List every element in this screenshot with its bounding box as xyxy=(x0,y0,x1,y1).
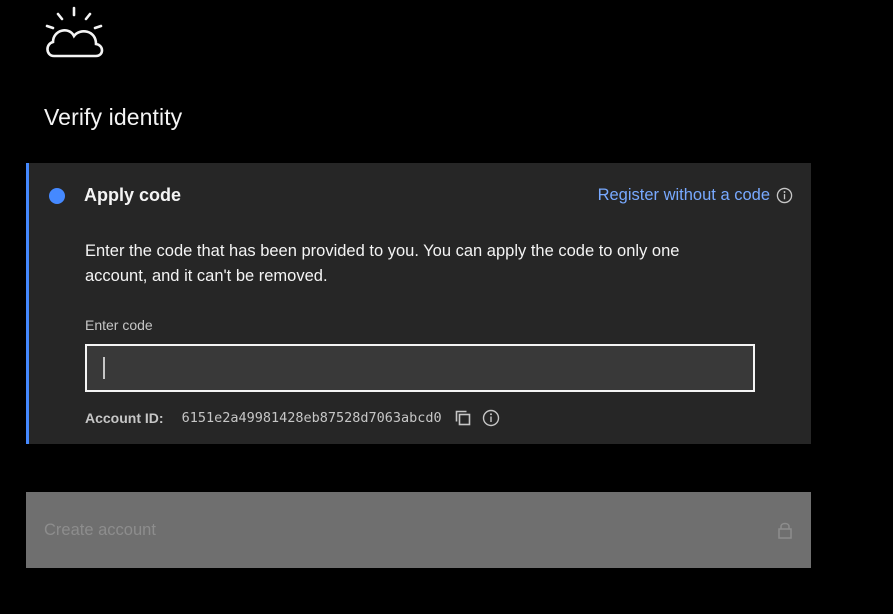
create-account-label: Create account xyxy=(44,520,156,539)
create-account-button[interactable]: Create account xyxy=(26,492,811,568)
register-without-code-link[interactable]: Register without a code xyxy=(598,186,793,205)
ibm-cloud-logo-icon xyxy=(45,6,104,58)
enter-code-input[interactable] xyxy=(85,344,755,392)
account-id-value: 6151e2a49981428eb87528d7063abcd0 xyxy=(181,410,442,426)
account-id-row: Account ID: 6151e2a49981428eb87528d7063a… xyxy=(85,407,508,429)
step-indicator-dot xyxy=(49,188,65,204)
page-title: Verify identity xyxy=(44,104,183,130)
register-link-label: Register without a code xyxy=(597,186,770,204)
account-id-info-icon[interactable] xyxy=(480,407,502,429)
copy-icon[interactable] xyxy=(452,407,474,429)
enter-code-label: Enter code xyxy=(85,317,153,333)
verify-identity-page: Verify identity Apply code Register with… xyxy=(0,0,893,614)
account-id-label: Account ID: xyxy=(85,410,164,426)
info-icon[interactable] xyxy=(776,187,793,204)
step-description: Enter the code that has been provided to… xyxy=(85,242,680,285)
text-cursor xyxy=(103,357,105,379)
lock-icon xyxy=(778,522,792,539)
step-title: Apply code xyxy=(84,185,182,205)
apply-code-step-panel: Apply code Register without a code Enter… xyxy=(26,163,811,444)
